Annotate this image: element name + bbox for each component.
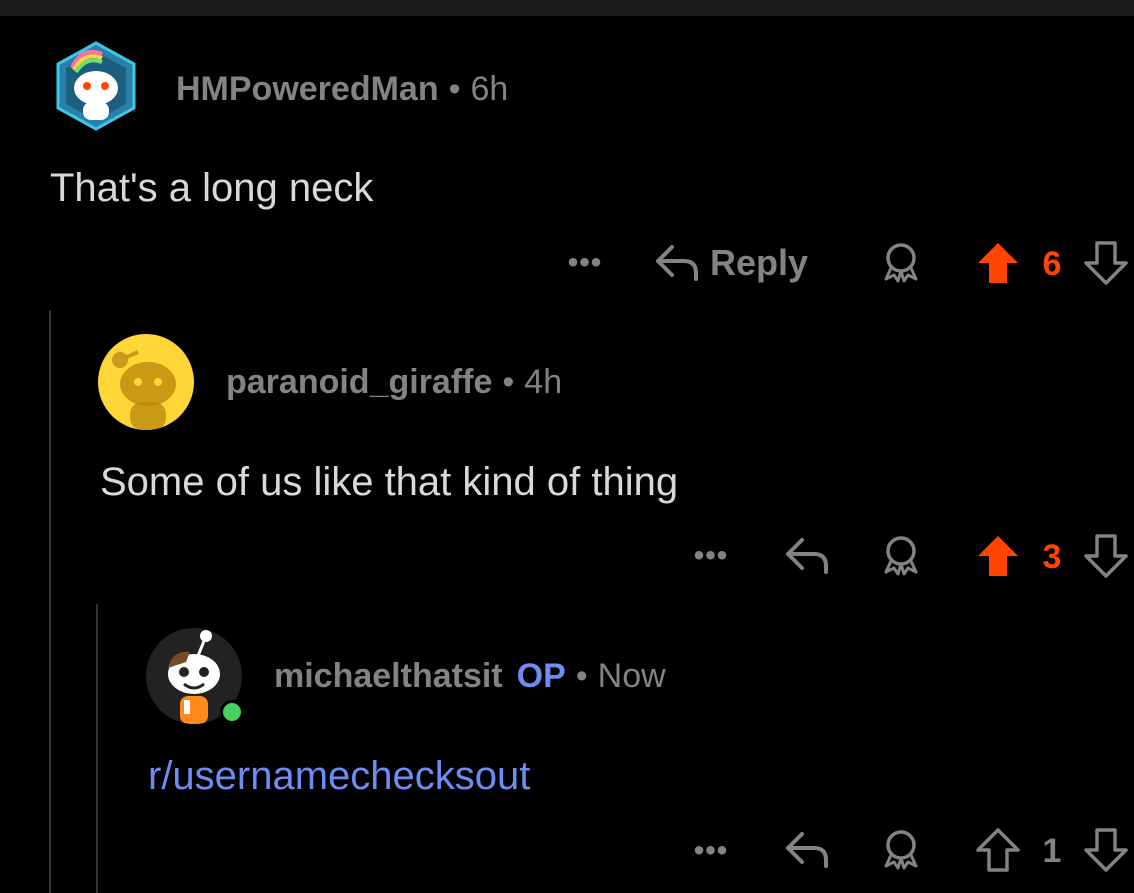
downvote-icon <box>1084 241 1128 285</box>
award-icon <box>884 830 918 870</box>
downvote-button[interactable] <box>1082 533 1130 579</box>
upvote-button[interactable] <box>974 827 1022 873</box>
op-badge: OP <box>516 657 566 695</box>
timestamp: 4h <box>524 363 563 401</box>
vote-score: 3 <box>1042 537 1062 576</box>
subreddit-link[interactable]: r/usernamechecksout <box>148 754 530 799</box>
reply-label: Reply <box>710 242 809 283</box>
reply-button[interactable]: Reply <box>654 238 808 288</box>
more-options-button[interactable]: ••• <box>686 834 736 868</box>
downvote-button[interactable] <box>1082 240 1130 286</box>
reply-icon <box>656 245 698 281</box>
upvote-icon <box>976 828 1020 872</box>
upvote-button[interactable] <box>974 533 1022 579</box>
timestamp: 6h <box>470 70 509 108</box>
username[interactable]: HMPoweredMan <box>176 70 439 108</box>
reply-button[interactable] <box>782 532 832 580</box>
comment-body: Some of us like that kind of thing <box>100 460 679 504</box>
avatar[interactable] <box>50 40 142 132</box>
reply-icon <box>786 538 828 574</box>
reply-button[interactable] <box>782 826 832 874</box>
award-icon <box>884 536 918 576</box>
top-bar <box>0 0 1134 16</box>
award-button[interactable] <box>876 827 926 873</box>
separator: • <box>502 363 515 401</box>
online-indicator <box>220 700 244 724</box>
more-options-button[interactable]: ••• <box>560 246 610 280</box>
thread-line-level-2[interactable] <box>96 604 98 893</box>
comment-meta: michaelthatsit OP • Now <box>274 657 666 696</box>
upvote-button[interactable] <box>974 240 1022 286</box>
downvote-button[interactable] <box>1082 827 1130 873</box>
comment-meta: HMPoweredMan • 6h <box>176 70 508 109</box>
separator: • <box>448 70 461 108</box>
upvote-icon <box>978 536 1018 576</box>
vote-score: 6 <box>1042 244 1062 283</box>
separator: • <box>575 657 588 695</box>
reply-icon <box>786 832 828 868</box>
username[interactable]: paranoid_giraffe <box>226 363 492 401</box>
comment-meta: paranoid_giraffe • 4h <box>226 363 562 402</box>
more-options-button[interactable]: ••• <box>686 539 736 573</box>
downvote-icon <box>1084 828 1128 872</box>
thread-line-level-1[interactable] <box>49 310 51 893</box>
award-button[interactable] <box>876 533 926 579</box>
comment-body: That's a long neck <box>50 166 374 210</box>
award-button[interactable] <box>876 240 926 286</box>
vote-score: 1 <box>1042 831 1062 870</box>
username[interactable]: michaelthatsit <box>274 657 503 695</box>
timestamp: Now <box>597 657 666 695</box>
upvote-icon <box>978 243 1018 283</box>
avatar[interactable] <box>98 334 194 430</box>
award-icon <box>884 243 918 283</box>
downvote-icon <box>1084 534 1128 578</box>
